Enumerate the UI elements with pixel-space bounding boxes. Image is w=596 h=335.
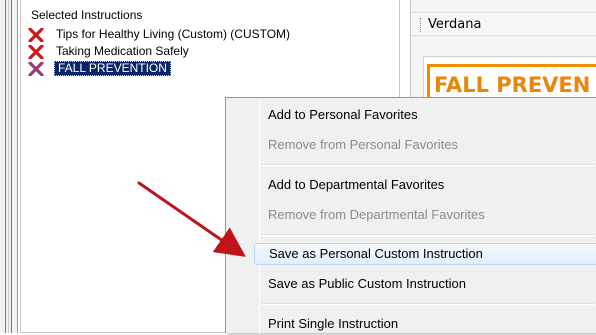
menu-separator bbox=[261, 164, 595, 166]
list-item-label: Tips for Healthy Living (Custom) (CUSTOM… bbox=[56, 27, 291, 41]
menu-item-save-public-custom[interactable]: Save as Public Custom Instruction bbox=[261, 273, 595, 295]
remove-x-icon[interactable] bbox=[27, 27, 45, 42]
window-border-line bbox=[5, 0, 6, 333]
menu-item-remove-personal-favorites: Remove from Personal Favorites bbox=[268, 137, 459, 152]
menu-item-save-personal-custom[interactable]: Save as Personal Custom Instruction bbox=[254, 243, 596, 265]
font-name-field[interactable]: Verdana bbox=[428, 16, 481, 34]
menu-item-add-personal-favorites[interactable]: Add to Personal Favorites bbox=[261, 104, 595, 126]
list-item[interactable]: Taking Medication Safely bbox=[27, 43, 397, 60]
menu-gutter bbox=[259, 100, 260, 334]
instruction-list: Tips for Healthy Living (Custom) (CUSTOM… bbox=[27, 26, 397, 77]
remove-x-icon[interactable] bbox=[27, 61, 45, 76]
menu-item-remove-departmental-favorites: Remove from Departmental Favorites bbox=[268, 207, 485, 222]
list-item[interactable]: Tips for Healthy Living (Custom) (CUSTOM… bbox=[27, 26, 397, 43]
menu-item-print-single[interactable]: Print Single Instruction bbox=[261, 313, 595, 335]
remove-x-icon[interactable] bbox=[27, 44, 45, 59]
toolbar-grip[interactable] bbox=[420, 18, 422, 32]
window-border bbox=[0, 0, 18, 333]
menu-separator bbox=[261, 234, 595, 236]
panel-header: Selected Instructions bbox=[31, 8, 143, 22]
font-toolbar: Verdana bbox=[411, 12, 596, 36]
window-border-line bbox=[11, 0, 12, 333]
list-item-label: FALL PREVENTION bbox=[54, 61, 171, 76]
list-item-label: Taking Medication Safely bbox=[56, 44, 189, 58]
context-menu: Add to Personal Favorites Remove from Pe… bbox=[225, 97, 596, 335]
window-border-line bbox=[8, 0, 9, 333]
list-item-selected[interactable]: FALL PREVENTION bbox=[27, 60, 397, 77]
menu-separator bbox=[261, 303, 595, 305]
menu-item-add-departmental-favorites[interactable]: Add to Departmental Favorites bbox=[261, 174, 595, 196]
